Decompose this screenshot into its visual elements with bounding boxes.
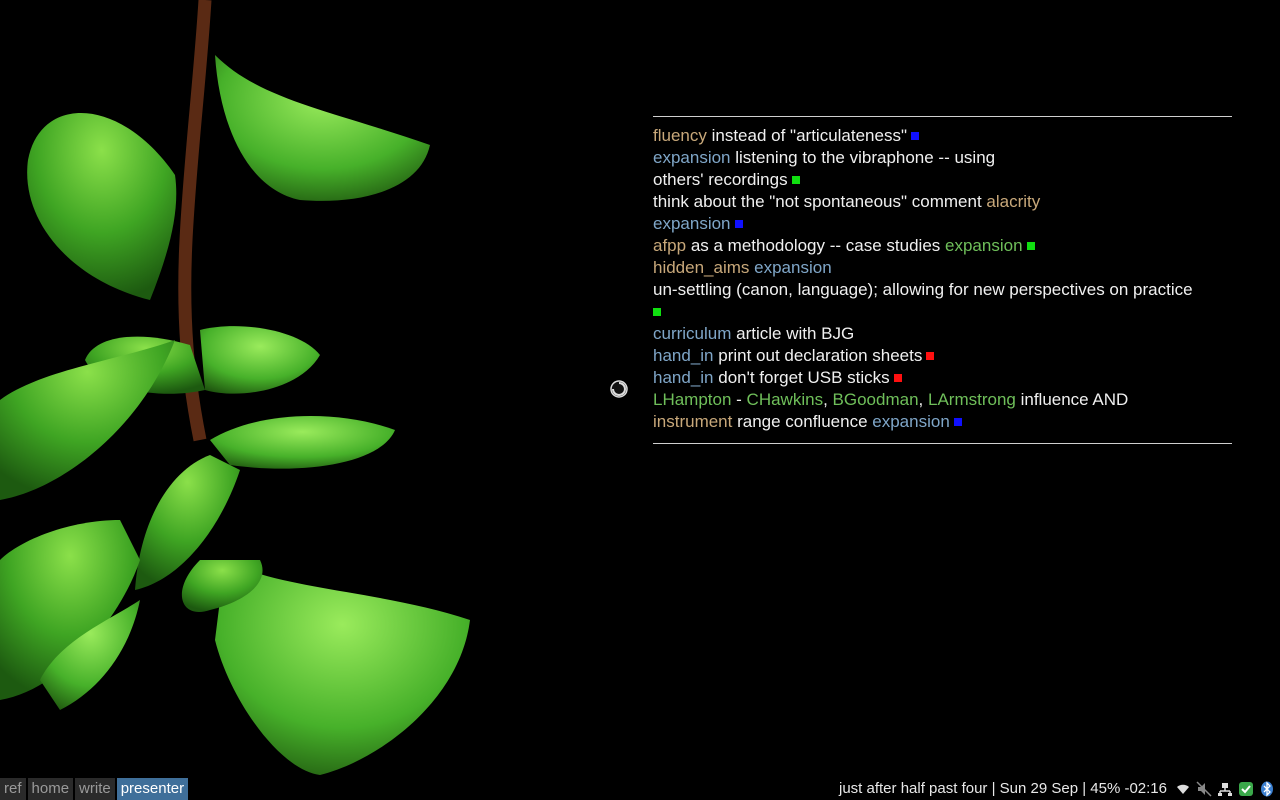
note-line: LHampton - CHawkins, BGoodman, LArmstron… xyxy=(653,389,1232,411)
workspace-home[interactable]: home xyxy=(27,778,74,800)
status-marker-blue xyxy=(911,132,919,140)
note-tag: expansion xyxy=(872,412,950,431)
note-line: curriculum article with BJG xyxy=(653,323,1232,345)
network-icon[interactable] xyxy=(1217,781,1233,797)
note-tag: instrument xyxy=(653,412,733,431)
note-text: , xyxy=(823,390,833,409)
note-text: article with BJG xyxy=(731,324,855,343)
note-tag: alacrity xyxy=(986,192,1041,211)
note-tag: CHawkins xyxy=(746,390,824,409)
note-line xyxy=(653,301,1232,323)
note-text: un-settling (canon, language); allowing … xyxy=(653,280,1193,299)
note-tag: expansion xyxy=(653,214,731,233)
note-tag: curriculum xyxy=(653,324,732,343)
note-tag: hand_in xyxy=(653,346,714,365)
note-text: listening to the vibraphone -- using xyxy=(730,148,996,167)
note-tag: expansion xyxy=(653,148,731,167)
note-tag: hand_in xyxy=(653,368,714,387)
notes-panel: fluency instead of "articulateness" expan… xyxy=(653,116,1232,444)
note-text: as a methodology -- case studies xyxy=(686,236,946,255)
check-shield-icon[interactable] xyxy=(1238,781,1254,797)
desktop: fluency instead of "articulateness" expan… xyxy=(0,0,1280,800)
note-text: influence AND xyxy=(1015,390,1129,409)
wifi-icon[interactable] xyxy=(1175,781,1191,797)
status-marker-green xyxy=(653,308,661,316)
note-tag: LArmstrong xyxy=(927,390,1016,409)
note-line: expansion listening to the vibraphone --… xyxy=(653,147,1232,169)
status-area: just after half past four | Sun 29 Sep |… xyxy=(839,778,1280,800)
note-text: think about the "not spontaneous" commen… xyxy=(653,192,987,211)
note-line: others' recordings xyxy=(653,169,1232,191)
status-marker-red xyxy=(926,352,935,360)
status-marker-red xyxy=(893,374,902,382)
note-line: think about the "not spontaneous" commen… xyxy=(653,191,1232,213)
note-line: hand_in don't forget USB sticks xyxy=(653,367,1232,389)
status-marker-green xyxy=(1026,242,1035,250)
note-line: hidden_aims expansion xyxy=(653,257,1232,279)
note-text: , xyxy=(918,390,928,409)
busy-cursor-icon xyxy=(610,380,628,398)
note-tag: BGoodman xyxy=(832,390,919,409)
note-text: don't forget USB sticks xyxy=(713,368,890,387)
note-line: expansion xyxy=(653,213,1232,235)
status-marker-blue xyxy=(953,418,962,426)
workspace-ref[interactable]: ref xyxy=(0,778,26,800)
workspace-switcher: ref home write presenter xyxy=(0,778,190,800)
ginkgo-wallpaper xyxy=(0,0,470,775)
bluetooth-icon[interactable] xyxy=(1259,781,1275,797)
status-marker-blue xyxy=(734,220,743,228)
note-line: fluency instead of "articulateness" xyxy=(653,125,1232,147)
note-tag: fluency xyxy=(653,126,707,145)
note-text: others' recordings xyxy=(653,170,788,189)
volume-muted-icon[interactable] xyxy=(1196,781,1212,797)
note-line: un-settling (canon, language); allowing … xyxy=(653,279,1232,301)
workspace-presenter[interactable]: presenter xyxy=(116,778,189,800)
note-tag: expansion xyxy=(945,236,1023,255)
status-marker-green xyxy=(791,176,800,184)
taskbar: ref home write presenter just after half pa… xyxy=(0,778,1280,800)
note-tag: expansion xyxy=(754,258,832,277)
workspace-write[interactable]: write xyxy=(75,778,115,800)
note-line: afpp as a methodology -- case studies ex… xyxy=(653,235,1232,257)
note-tag: hidden_aims xyxy=(653,258,750,277)
status-text: just after half past four | Sun 29 Sep |… xyxy=(839,780,1167,797)
note-tag: afpp xyxy=(653,236,687,255)
note-text: print out declaration sheets xyxy=(713,346,923,365)
note-tag: LHampton xyxy=(653,390,732,409)
note-text: instead of "articulateness" xyxy=(706,126,907,145)
note-line: hand_in print out declaration sheets xyxy=(653,345,1232,367)
note-text: - xyxy=(731,390,747,409)
note-text: range confluence xyxy=(732,412,873,431)
note-line: instrument range confluence expansion xyxy=(653,411,1232,433)
